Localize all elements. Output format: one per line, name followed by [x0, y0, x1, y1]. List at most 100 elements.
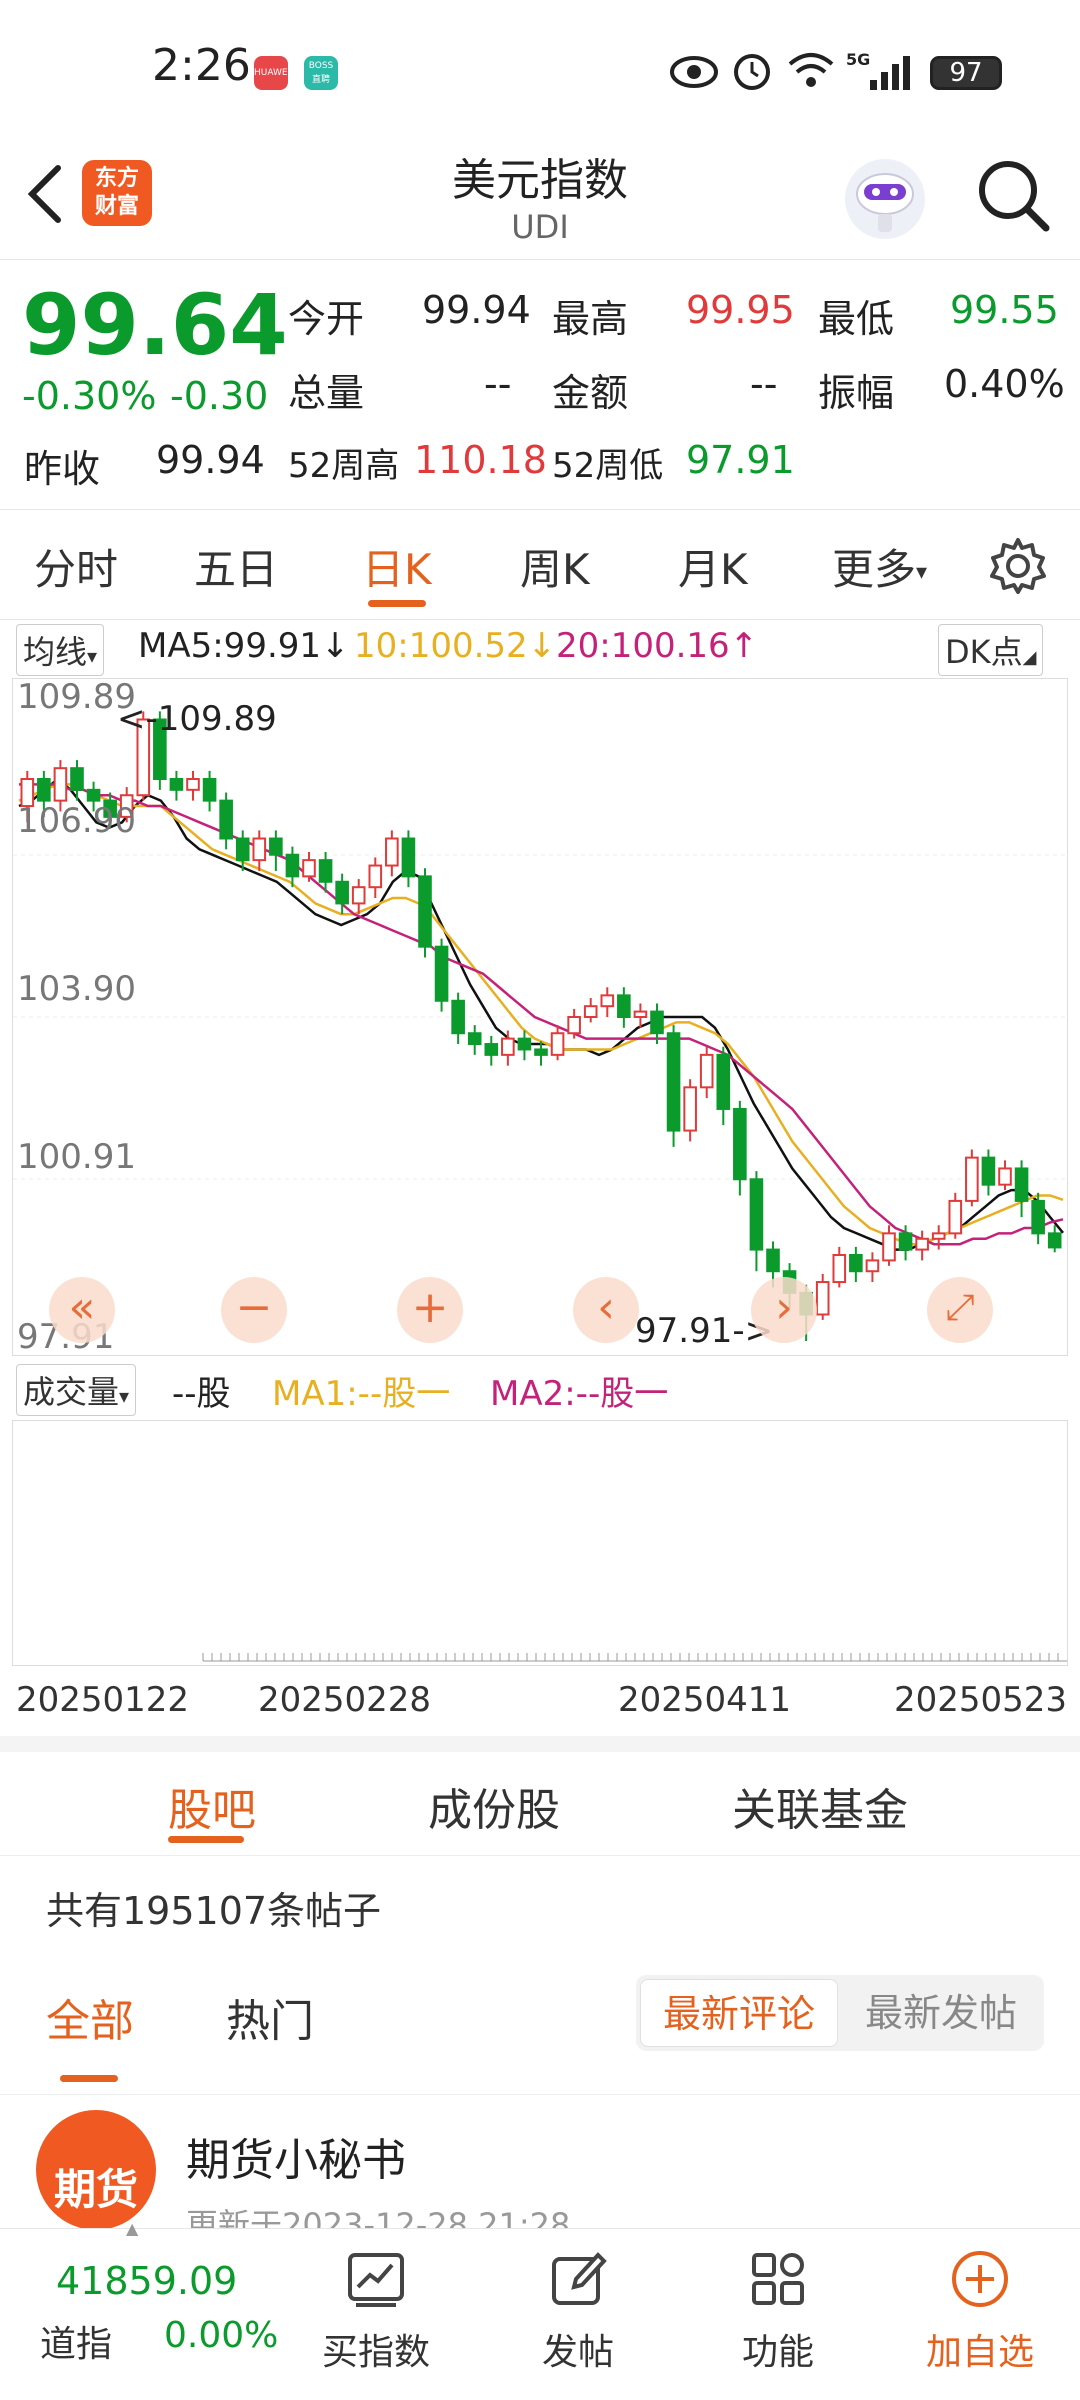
- volume-chart[interactable]: [12, 1420, 1068, 1666]
- add-watchlist-button[interactable]: 加自选: [900, 2249, 1060, 2375]
- grid-icon: [752, 2253, 804, 2305]
- dow-name[interactable]: 道指: [40, 2315, 112, 2367]
- header: 东方财富 美元指数 UDI: [0, 140, 1080, 260]
- candle: [385, 830, 399, 877]
- alarm-icon: [734, 54, 770, 90]
- scroll-left-button[interactable]: ‹: [573, 1277, 639, 1343]
- tab-components[interactable]: 成份股: [428, 1774, 560, 1838]
- w52-low-label: 52周低: [552, 446, 664, 486]
- ma-line-20: [19, 783, 1064, 1246]
- candle: [186, 770, 200, 801]
- tab-weekly-k[interactable]: 周K: [520, 536, 590, 597]
- tab-intraday[interactable]: 分时: [34, 536, 118, 597]
- dk-point-selector[interactable]: DK点◢: [938, 624, 1044, 676]
- tab-guba[interactable]: 股吧: [168, 1774, 256, 1838]
- active-tab-indicator: [368, 600, 426, 607]
- kline-tabs: 分时 五日 日K 周K 月K 更多▾: [0, 512, 1080, 620]
- candle: [666, 1025, 681, 1147]
- y-tick-label: 106.90: [17, 801, 136, 841]
- candle: [815, 1273, 830, 1320]
- date-label: 20250122: [16, 1680, 190, 1720]
- candle: [550, 1025, 565, 1061]
- robot-assistant-icon[interactable]: [840, 154, 930, 244]
- post-author[interactable]: 期货小秘书: [186, 2124, 406, 2188]
- active-tab-indicator: [168, 1836, 244, 1843]
- zoom-in-button[interactable]: +: [397, 1277, 463, 1343]
- date-axis: 20250122 20250228 20250411 20250523: [0, 1680, 1080, 1730]
- tab-more[interactable]: 更多▾: [832, 536, 927, 597]
- scroll-start-button[interactable]: «: [49, 1277, 115, 1343]
- ma-selector[interactable]: 均线▾: [16, 624, 105, 676]
- volume-label: 总量: [288, 371, 365, 415]
- tab-related-funds[interactable]: 关联基金: [732, 1774, 908, 1838]
- volume-selector[interactable]: 成交量▾: [16, 1364, 137, 1416]
- fullscreen-icon[interactable]: ⤢: [927, 1277, 993, 1343]
- avatar[interactable]: 期货: [36, 2110, 156, 2230]
- functions-button[interactable]: 功能: [698, 2249, 858, 2375]
- candle: [948, 1192, 963, 1239]
- date-label: 20250523: [894, 1680, 1068, 1720]
- kline-chart[interactable]: 109.89 106.90 103.90 100.91 97.91 <-109.…: [12, 677, 1068, 1357]
- ma20-value: 20:100.16↑: [556, 626, 759, 666]
- candle: [749, 1171, 764, 1272]
- kline-svg: [13, 711, 1067, 1341]
- candle: [219, 792, 233, 850]
- volume-value: --: [484, 362, 512, 406]
- search-icon[interactable]: [974, 156, 1054, 236]
- volume-axis: [202, 1653, 1067, 1662]
- caret-up-icon: ▲: [126, 2219, 139, 2238]
- w52-high-value: 110.18: [414, 438, 547, 482]
- eye-icon: [670, 56, 718, 88]
- change-percent: -0.30%: [22, 374, 157, 418]
- candle: [401, 830, 416, 888]
- candle: [915, 1230, 929, 1261]
- amount-label: 金额: [552, 371, 629, 415]
- buy-index-button[interactable]: 买指数: [296, 2249, 456, 2375]
- gear-icon[interactable]: [988, 536, 1048, 596]
- prev-close-label: 昨收: [24, 447, 101, 491]
- candle: [1014, 1160, 1029, 1218]
- zoom-out-button[interactable]: −: [221, 1277, 287, 1343]
- wifi-icon: [788, 53, 834, 87]
- dow-change[interactable]: 0.00%: [164, 2315, 278, 2356]
- date-label: 20250411: [618, 1680, 792, 1720]
- amplitude-label: 振幅: [818, 371, 895, 415]
- candle: [302, 852, 316, 882]
- tab-five-day[interactable]: 五日: [194, 536, 278, 597]
- date-label: 20250228: [258, 1680, 432, 1720]
- post-button[interactable]: 发帖: [498, 2249, 658, 2375]
- ma5-value: MA5:99.91↓: [138, 626, 350, 666]
- scroll-right-button[interactable]: ›: [751, 1277, 817, 1343]
- volume-unit: --股: [172, 1374, 231, 1414]
- bottom-label: 发帖: [541, 2332, 614, 2373]
- signal-label: 5G: [846, 50, 871, 69]
- candle: [865, 1252, 880, 1283]
- candle: [451, 992, 465, 1045]
- change-value: -0.30: [170, 374, 269, 418]
- candle: [882, 1225, 896, 1266]
- candle: [583, 998, 598, 1023]
- low-label: 最低: [818, 297, 895, 341]
- candle: [202, 770, 217, 812]
- tab-all[interactable]: 全部: [46, 1985, 134, 2049]
- dow-value[interactable]: 41859.09: [56, 2259, 237, 2303]
- amount-value: --: [750, 362, 778, 406]
- volume-ma1: MA1:--股一: [272, 1374, 451, 1414]
- w52-low-value: 97.91: [686, 438, 795, 482]
- candle: [683, 1079, 697, 1142]
- candle: [418, 868, 432, 958]
- sort-latest-post[interactable]: 最新发帖: [842, 1979, 1040, 2047]
- divider: [0, 1736, 1080, 1752]
- tab-hot[interactable]: 热门: [226, 1985, 314, 2049]
- tab-monthly-k[interactable]: 月K: [678, 536, 748, 597]
- ma-line-10: [18, 783, 1064, 1246]
- candle: [269, 830, 283, 871]
- post-item[interactable]: 期货 期货小秘书 更新于2023-12-28 21:28: [0, 2110, 1080, 2244]
- sort-latest-comment[interactable]: 最新评论: [640, 1979, 838, 2047]
- low-value: 99.55: [950, 288, 1059, 332]
- volume-bar: 成交量▾ --股 MA1:--股一 MA2:--股一: [0, 1362, 1080, 1416]
- bottom-label: 加自选: [925, 2332, 1034, 2373]
- open-value: 99.94: [422, 288, 531, 332]
- sort-toggle: 最新评论 最新发帖: [636, 1975, 1044, 2051]
- tab-daily-k[interactable]: 日K: [362, 536, 432, 597]
